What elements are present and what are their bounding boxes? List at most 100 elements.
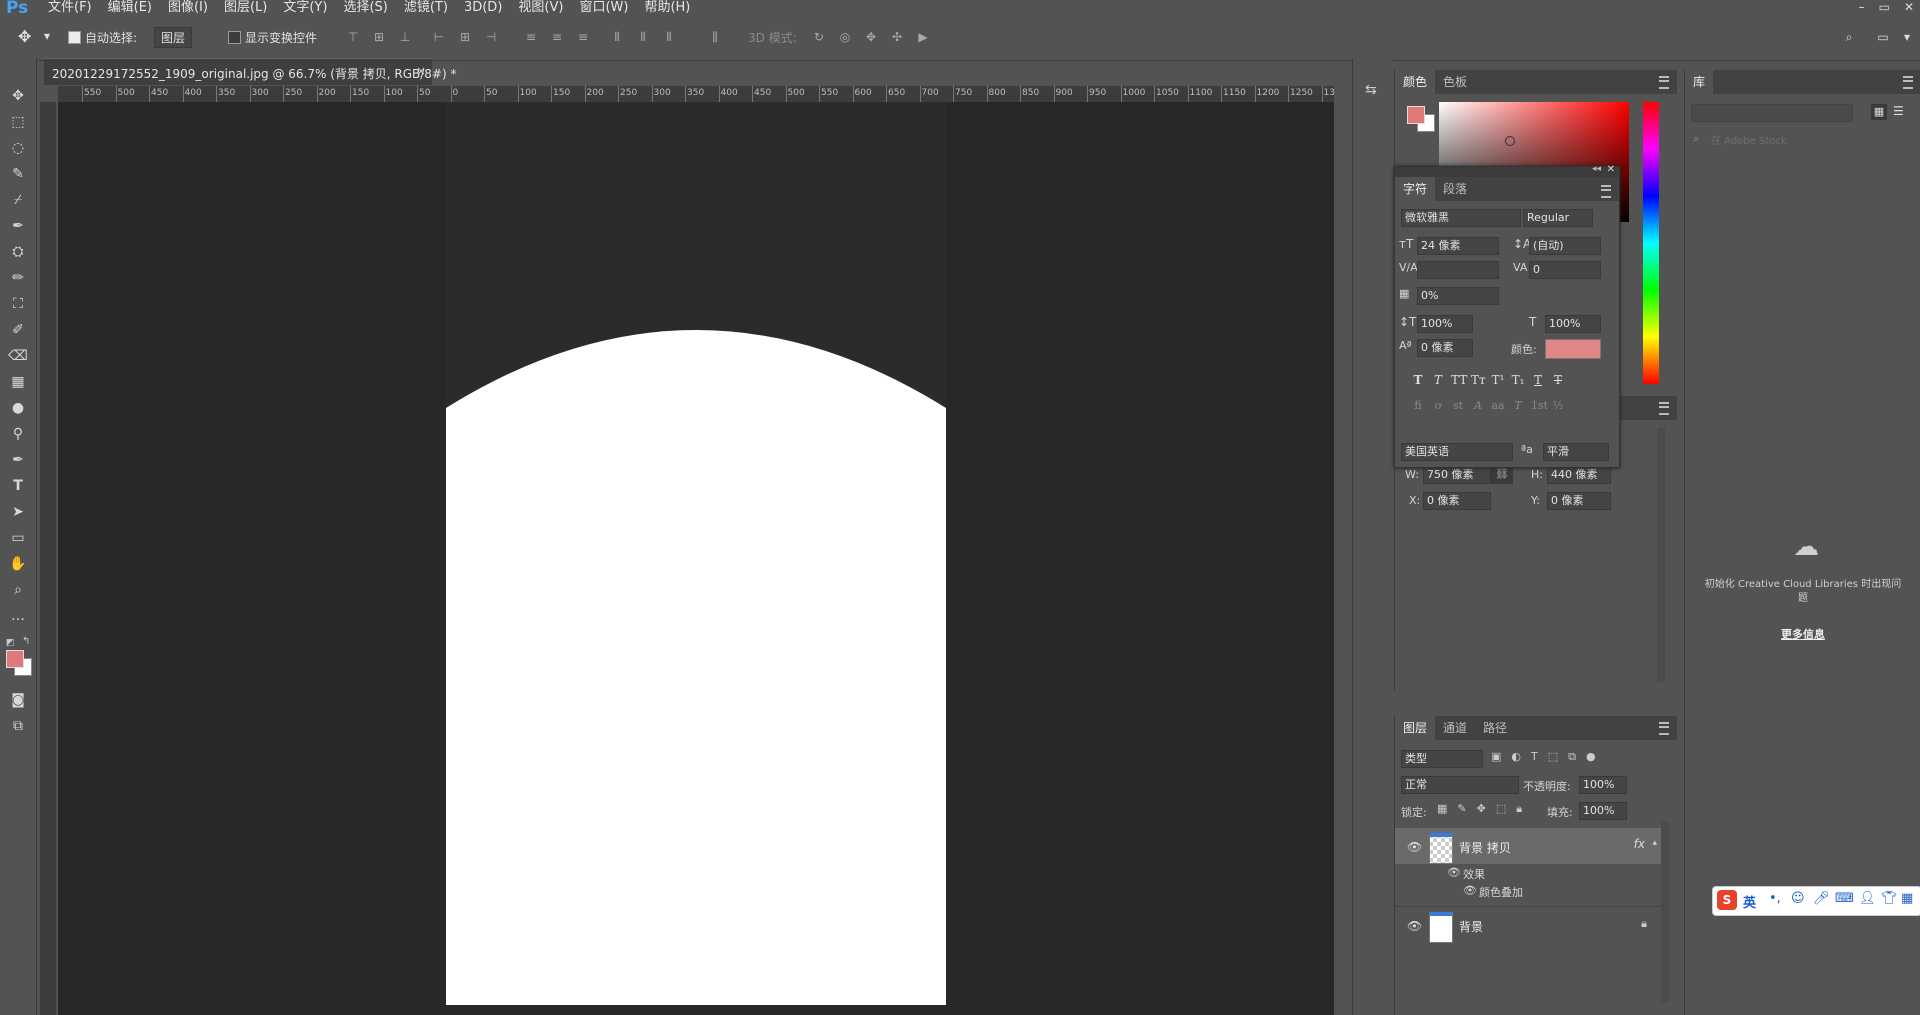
y-field[interactable]: 0 像素	[1547, 492, 1611, 510]
menu-type[interactable]: 文字(Y)	[275, 0, 335, 16]
scrollbar[interactable]	[1661, 822, 1669, 1002]
stylistic-alternates-button[interactable]: aa	[1491, 399, 1505, 412]
more-tools-icon[interactable]: …	[8, 606, 28, 626]
distribute-right-icon[interactable]: ⫴	[662, 30, 676, 44]
punctuation-icon[interactable]: •,	[1769, 891, 1781, 906]
smart-object-filter-icon[interactable]: ⧉	[1568, 750, 1576, 764]
menu-3d[interactable]: 3D(D)	[456, 0, 510, 16]
align-left-icon[interactable]: ⊢	[432, 30, 446, 44]
panel-menu-icon[interactable]	[1659, 402, 1669, 415]
keyboard-icon[interactable]: ⌨	[1835, 891, 1854, 906]
language-select[interactable]: 美国英语	[1401, 443, 1513, 461]
effect-color-overlay-row[interactable]: 👁︎ 颜色叠加	[1395, 882, 1661, 900]
align-hcenter-icon[interactable]: ⊞	[458, 30, 472, 44]
panel-menu-icon[interactable]	[1659, 76, 1669, 89]
fx-icon[interactable]: fx	[1634, 837, 1645, 851]
3d-rotate-icon[interactable]: ↻	[812, 30, 826, 44]
layer-row-background-copy[interactable]: 👁︎ 背景 拷贝 fx ▴	[1395, 828, 1661, 864]
eye-icon[interactable]: 👁︎	[1447, 866, 1461, 879]
lock-all-icon[interactable]: 🔒︎	[1516, 802, 1522, 816]
distribute-top-icon[interactable]: ≡	[524, 30, 538, 44]
close-icon[interactable]: ✕	[1607, 164, 1615, 175]
list-view-icon[interactable]: ☰	[1893, 104, 1904, 118]
chevron-down-icon[interactable]: ▾	[1900, 30, 1914, 44]
toolbox-icon[interactable]: ▦	[1901, 891, 1913, 906]
minimize-button[interactable]: –	[1859, 0, 1865, 14]
align-right-icon[interactable]: ⊣	[484, 30, 498, 44]
effects-row[interactable]: 👁︎ 效果	[1395, 864, 1661, 882]
text-color-swatch[interactable]	[1545, 339, 1601, 359]
tsume-field[interactable]: 0%	[1417, 287, 1499, 305]
ligatures-button[interactable]: fi	[1411, 399, 1425, 412]
panel-title-bar[interactable]: ◂◂ ✕	[1395, 164, 1619, 177]
library-select[interactable]	[1691, 104, 1853, 122]
faux-bold-button[interactable]: T	[1411, 373, 1425, 387]
dodge-tool-icon[interactable]: ⚲	[8, 424, 28, 444]
hand-tool-icon[interactable]: ✋	[8, 554, 28, 574]
tab-library[interactable]: 库	[1685, 70, 1714, 94]
opacity-field[interactable]: 100%	[1579, 776, 1627, 794]
close-document-icon[interactable]: ×	[416, 64, 426, 78]
underline-button[interactable]: T	[1531, 373, 1545, 387]
chevron-down-icon[interactable]: ▾	[44, 29, 50, 43]
3d-roll-icon[interactable]: ◎	[838, 30, 852, 44]
grid-view-icon[interactable]: ▦	[1871, 104, 1887, 120]
fill-field[interactable]: 100%	[1579, 802, 1627, 820]
tab-paths[interactable]: 路径	[1475, 716, 1515, 740]
collapse-icon[interactable]: ◂◂	[1592, 164, 1601, 174]
leading-field[interactable]: (自动)	[1529, 237, 1601, 255]
eyedropper-tool-icon[interactable]: ✒	[8, 216, 28, 236]
quick-mask-icon[interactable]: ◙	[8, 690, 28, 710]
skin-icon[interactable]: 👕︎	[1881, 891, 1898, 906]
scrollbar[interactable]	[1657, 428, 1665, 682]
3d-drag-icon[interactable]: ✥	[864, 30, 878, 44]
3d-scale-icon[interactable]: ▶	[916, 30, 930, 44]
auto-align-icon[interactable]: ⫼	[708, 30, 722, 44]
type-filter-icon[interactable]: T	[1531, 750, 1538, 764]
auto-select-checkbox[interactable]: 自动选择:	[68, 29, 137, 46]
move-tool-icon[interactable]: ✥	[18, 27, 31, 46]
sogou-logo-icon[interactable]: S	[1717, 890, 1737, 910]
type-tool-icon[interactable]: T	[8, 476, 28, 496]
tab-layers[interactable]: 图层	[1395, 716, 1436, 740]
eraser-tool-icon[interactable]: ⌫	[8, 346, 28, 366]
3d-slide-icon[interactable]: ✣	[890, 30, 904, 44]
menu-image[interactable]: 图像(I)	[160, 0, 216, 16]
font-family-select[interactable]: 微软雅黑	[1401, 209, 1521, 227]
menu-layer[interactable]: 图层(L)	[216, 0, 275, 16]
subscript-button[interactable]: T₁	[1511, 373, 1525, 387]
ordinals-button[interactable]: 1st	[1531, 399, 1548, 412]
baseline-field[interactable]: 0 像素	[1417, 339, 1473, 357]
font-style-select[interactable]: Regular	[1523, 209, 1593, 227]
workspace-icon[interactable]: ▭	[1876, 30, 1890, 44]
tab-color[interactable]: 颜色	[1395, 70, 1436, 94]
blur-tool-icon[interactable]: ●	[8, 398, 28, 418]
arch-shape[interactable]	[446, 330, 946, 1005]
all-caps-button[interactable]: TT	[1451, 373, 1467, 387]
auto-select-dropdown[interactable]: 图层	[154, 27, 193, 48]
menu-select[interactable]: 选择(S)	[335, 0, 395, 16]
menu-filter[interactable]: 滤镜(T)	[396, 0, 456, 16]
filter-toggle-icon[interactable]: ●	[1586, 750, 1596, 764]
fg-color-chip[interactable]	[1407, 106, 1425, 124]
more-info-link[interactable]: 更多信息	[1703, 626, 1903, 642]
swash-button[interactable]: A	[1471, 399, 1485, 412]
path-select-tool-icon[interactable]: ➤	[8, 502, 28, 522]
rectangle-tool-icon[interactable]: ▭	[8, 528, 28, 548]
lock-artboard-icon[interactable]: ⬚	[1496, 802, 1506, 816]
align-vcenter-icon[interactable]: ⊞	[372, 30, 386, 44]
zoom-tool-icon[interactable]: ⌕	[8, 580, 28, 600]
default-colors-icon[interactable]: ◩	[6, 638, 15, 648]
ime-lang-toggle[interactable]: 英	[1743, 892, 1756, 911]
align-top-icon[interactable]: ⊤	[346, 30, 360, 44]
eye-icon[interactable]: 👁︎	[1407, 840, 1422, 854]
titling-button[interactable]: T	[1511, 399, 1525, 412]
history-brush-icon[interactable]: ✐	[8, 320, 28, 340]
marquee-tool-icon[interactable]: ⬚	[8, 112, 28, 132]
menu-view[interactable]: 视图(V)	[510, 0, 571, 16]
move-tool-icon[interactable]: ✥	[8, 86, 28, 106]
user-icon[interactable]: 👤︎	[1859, 891, 1876, 906]
search-icon[interactable]: ⌕	[1842, 30, 1856, 44]
show-transform-checkbox[interactable]: 显示变换控件	[228, 29, 317, 46]
layer-row-background[interactable]: 👁︎ 背景 🔒︎	[1395, 906, 1661, 943]
